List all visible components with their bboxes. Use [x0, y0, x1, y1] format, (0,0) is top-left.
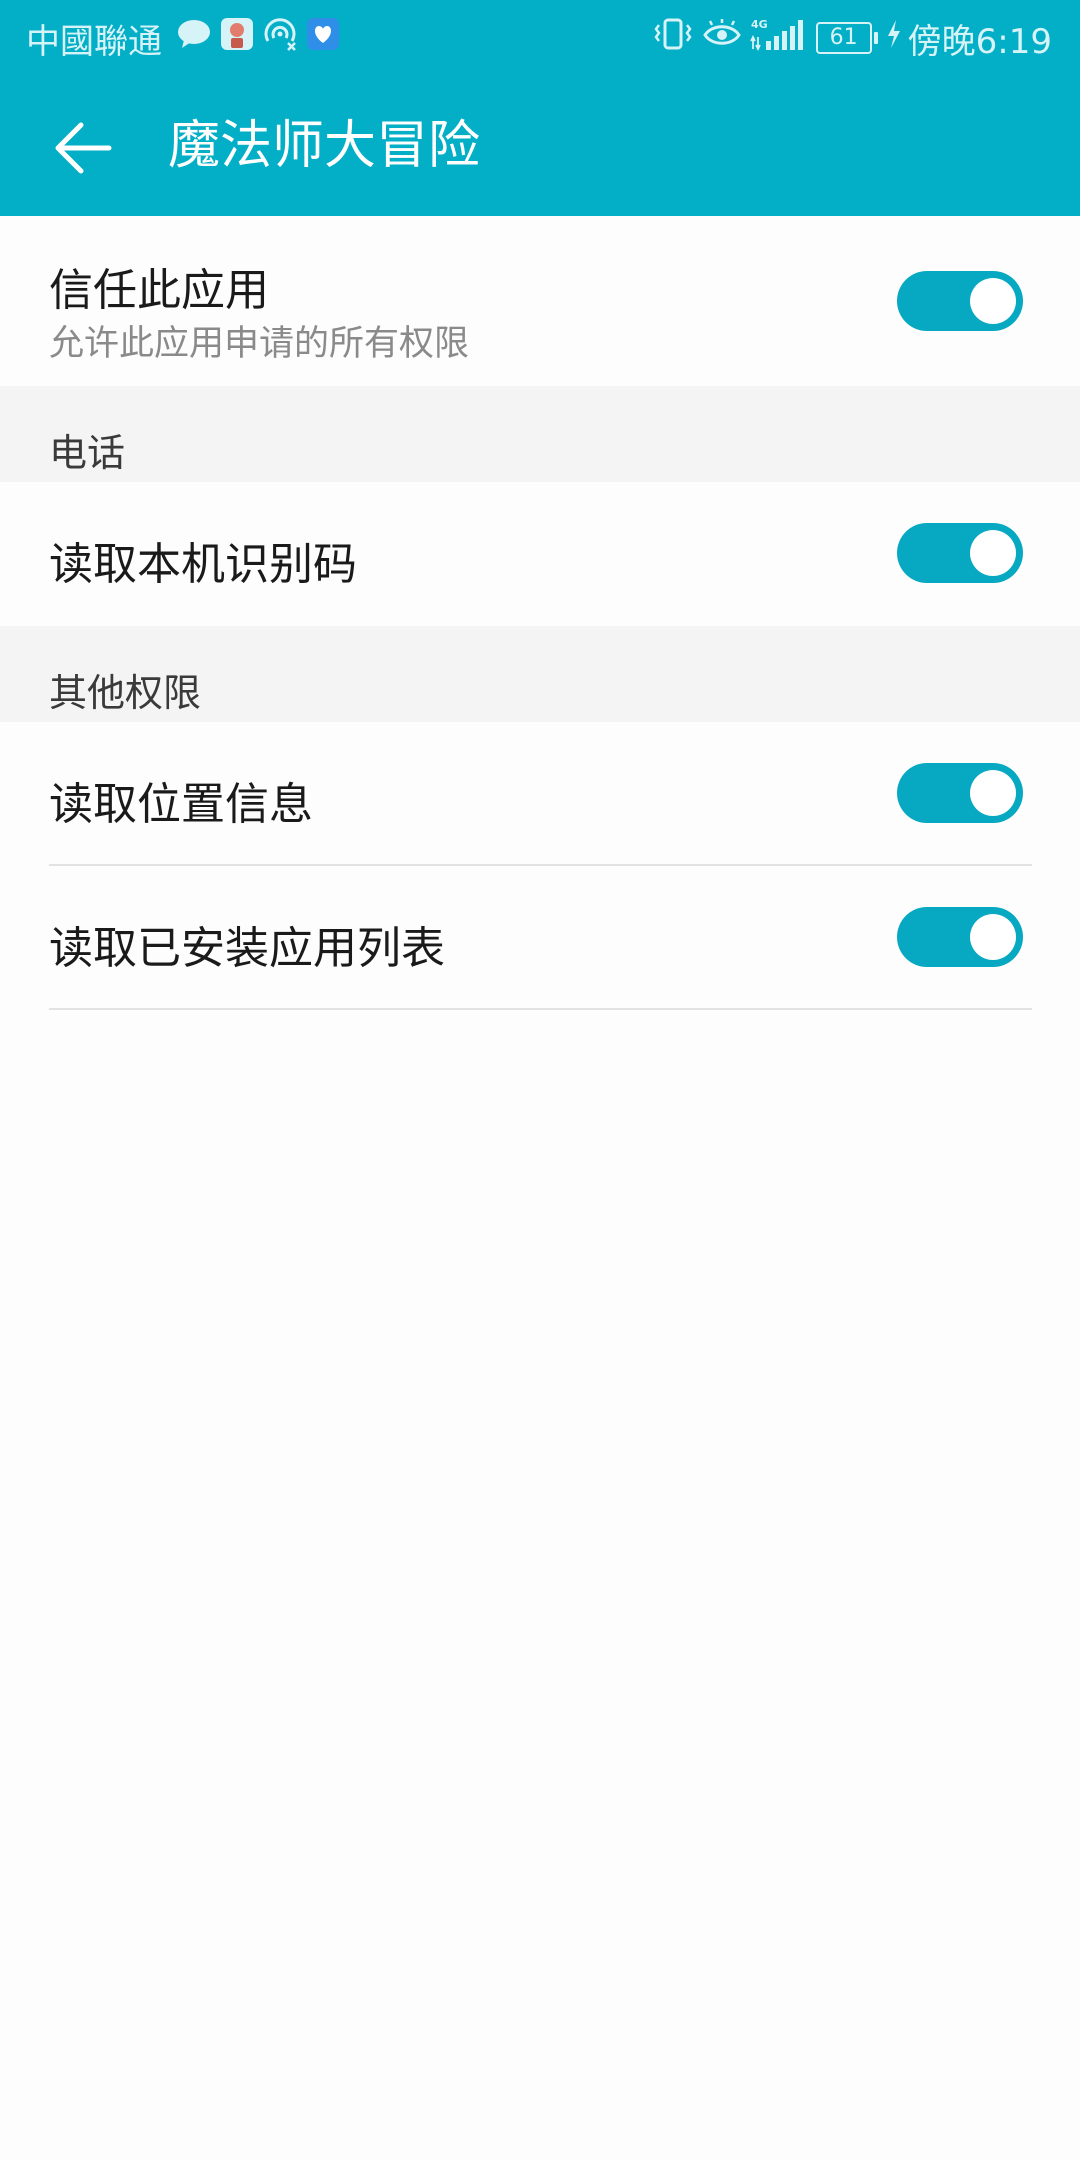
status-right: 4G 61 傍晚6:19: [644, 0, 1052, 76]
trust-app-subtitle: 允许此应用申请的所有权限: [49, 324, 470, 364]
back-button[interactable]: [38, 110, 128, 186]
location-toggle[interactable]: [897, 763, 1023, 823]
status-left: 中國聯通: [26, 0, 340, 76]
toggle-knob: [970, 530, 1016, 576]
toggle-knob: [970, 278, 1016, 324]
trust-app-toggle[interactable]: [897, 271, 1023, 331]
permission-label: 读取已安装应用列表: [49, 923, 445, 974]
app-heart-icon: [306, 17, 340, 60]
message-icon: [176, 18, 212, 59]
carrier-name: 中國聯通: [26, 21, 162, 62]
toggle-knob: [970, 770, 1016, 816]
permission-label: 读取位置信息: [49, 779, 313, 830]
screen: 中國聯通 4G 61 傍晚6:19 魔法师大冒险 信任此应用 允许此应用申请的所…: [0, 0, 1080, 2160]
page-title: 魔法师大冒险: [168, 116, 481, 176]
signal-icon: 4G: [749, 17, 806, 60]
section-title: 电话: [49, 431, 126, 475]
app-bar: 魔法师大冒险: [0, 76, 1080, 216]
device-id-toggle[interactable]: [897, 523, 1023, 583]
installed-apps-toggle[interactable]: [897, 907, 1023, 967]
trust-app-row[interactable]: 信任此应用 允许此应用申请的所有权限: [0, 216, 1080, 386]
section-header-phone: 电话: [0, 386, 1080, 482]
status-bar: 中國聯通 4G 61 傍晚6:19: [0, 0, 1080, 76]
section-header-other: 其他权限: [0, 626, 1080, 722]
permission-row-device-id[interactable]: 读取本机识别码: [0, 482, 1080, 626]
permission-label: 读取本机识别码: [49, 539, 357, 590]
permission-row-location[interactable]: 读取位置信息: [0, 722, 1080, 864]
section-title: 其他权限: [49, 671, 202, 715]
battery-level: 61: [815, 22, 872, 54]
battery-cap: [873, 32, 878, 44]
vibrate-icon: [652, 17, 694, 60]
app-notification-icon: [220, 17, 254, 60]
svg-text:4G: 4G: [751, 18, 768, 31]
arrow-left-icon: [55, 122, 112, 174]
hotspot-off-icon: [262, 17, 298, 60]
trust-app-title: 信任此应用: [49, 265, 269, 316]
eye-comfort-icon: [702, 18, 742, 58]
permission-row-installed-apps[interactable]: 读取已安装应用列表: [0, 866, 1080, 1008]
charging-icon: [886, 18, 902, 58]
toggle-knob: [970, 914, 1016, 960]
battery-indicator: 61: [815, 22, 878, 54]
clock: 傍晚6:19: [907, 21, 1052, 62]
row-divider: [49, 1008, 1032, 1010]
